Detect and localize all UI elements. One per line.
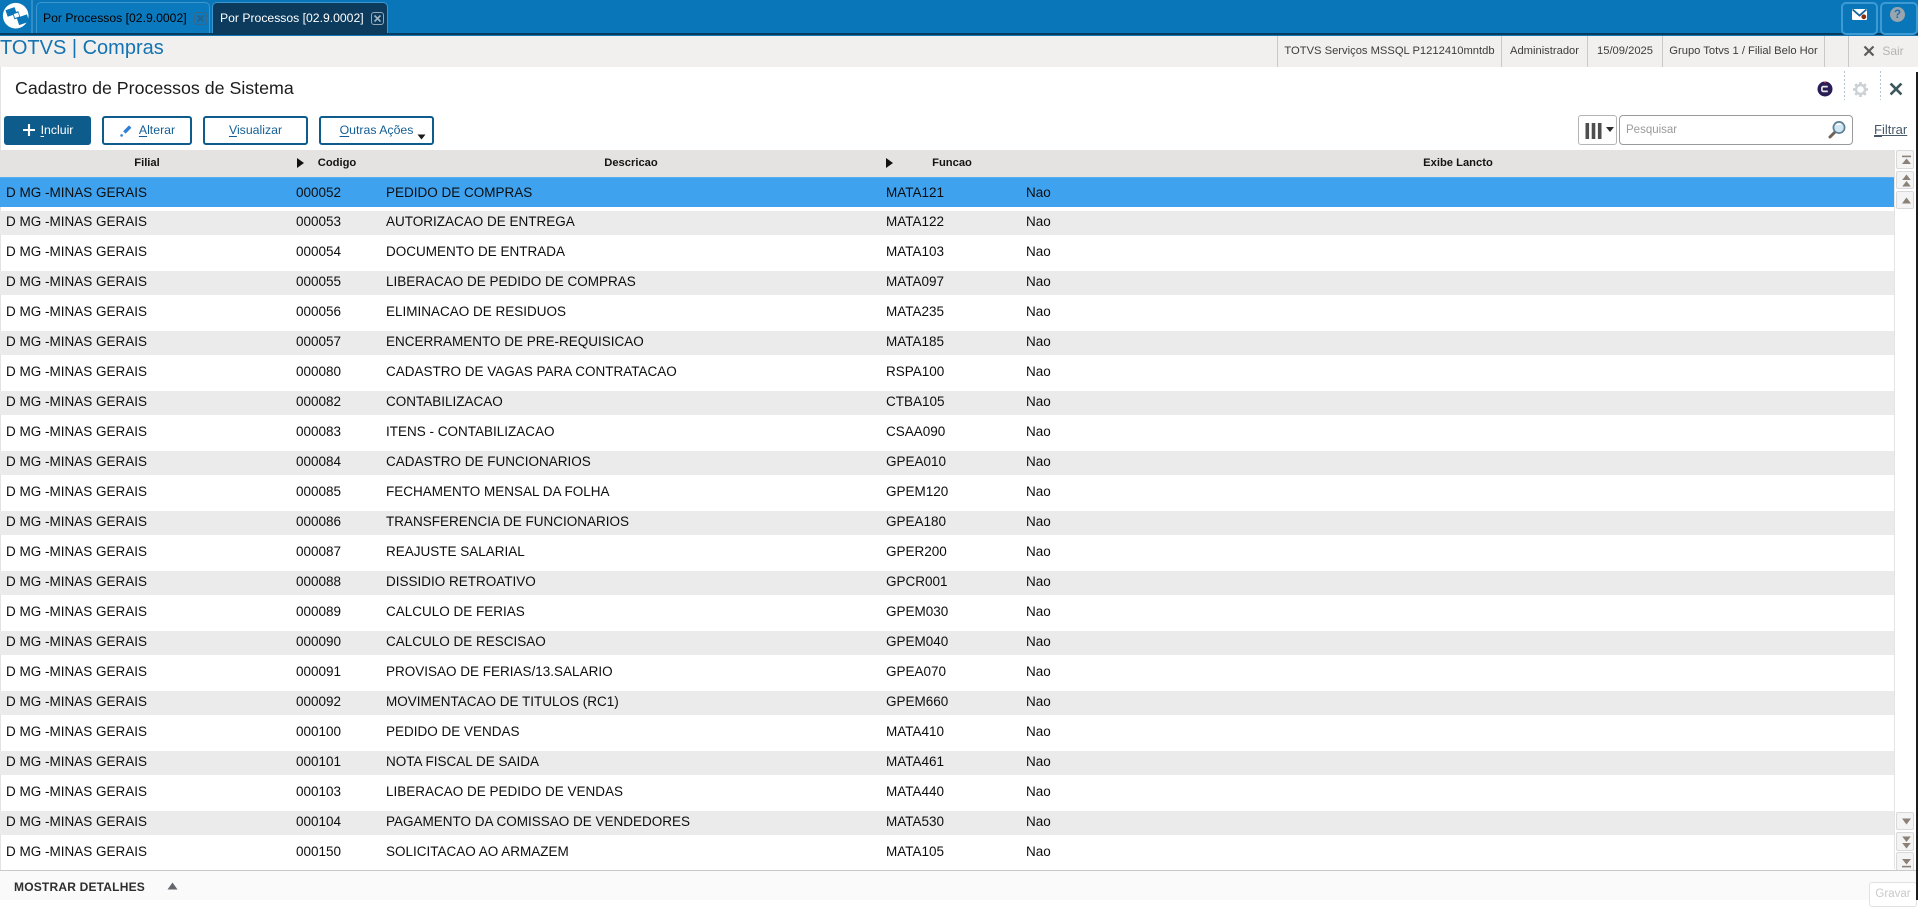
svg-text:?: ?	[1894, 9, 1901, 21]
